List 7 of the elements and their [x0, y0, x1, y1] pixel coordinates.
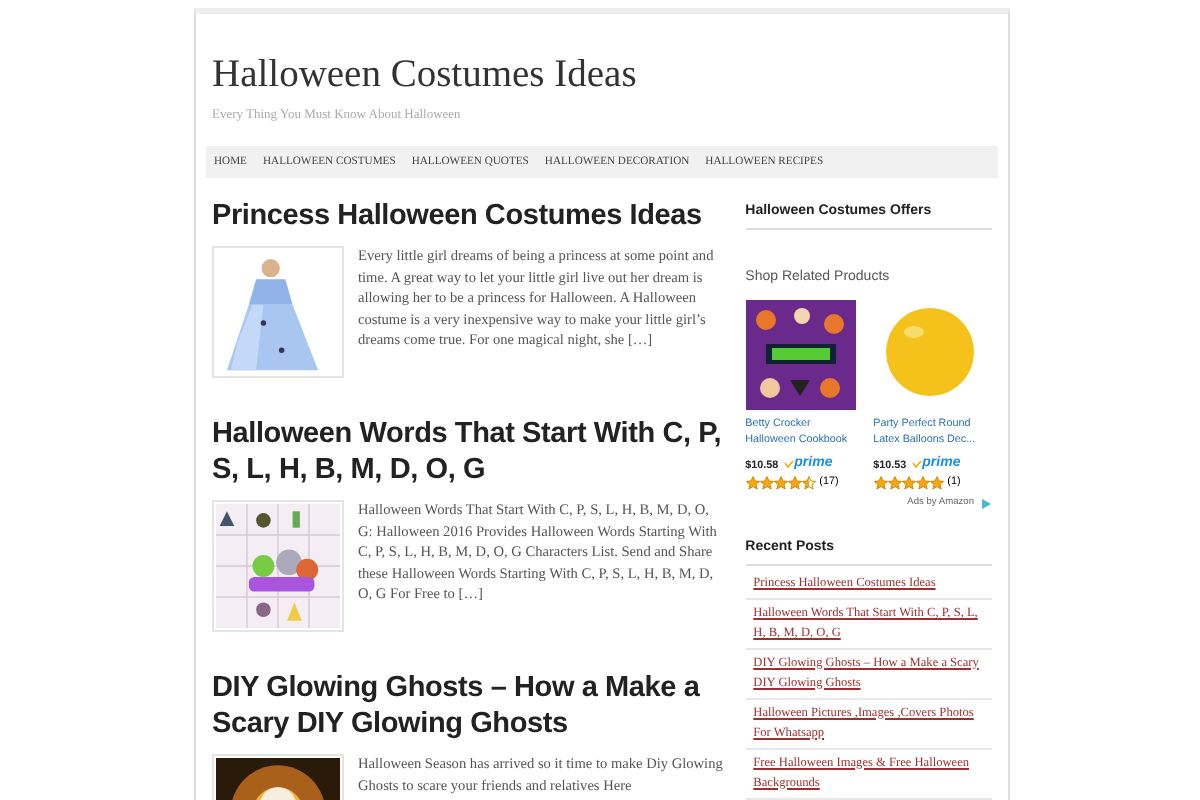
play-icon — [980, 497, 992, 509]
check-icon — [784, 459, 795, 467]
post-title[interactable]: Halloween Words That Start With C, P, S, L, H, B, M, D, O, G — [212, 416, 726, 488]
post-title[interactable]: Princess Halloween Costumes Ideas — [212, 198, 726, 234]
site-title[interactable]: Halloween Costumes Ideas — [212, 54, 992, 98]
check-icon — [912, 459, 923, 467]
post-title[interactable]: DIY Glowing Ghosts – How a Make a Scary DIY Glowing Ghosts — [212, 670, 726, 742]
